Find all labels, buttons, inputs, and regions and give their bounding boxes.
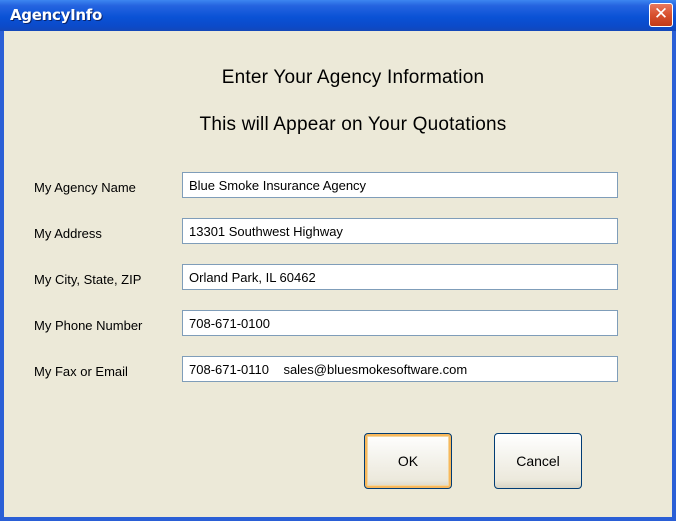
agency-name-input[interactable] — [182, 172, 618, 198]
heading-line-1: Enter Your Agency Information — [221, 67, 485, 88]
fax-or-email-label: My Fax or Email — [34, 364, 128, 379]
agency-info-dialog: AgencyInfo ✕ Enter Your Agency Informati… — [0, 0, 676, 521]
address-input[interactable] — [182, 218, 618, 244]
phone-number-label: My Phone Number — [34, 318, 143, 333]
window-title: AgencyInfo — [10, 6, 102, 24]
cancel-button[interactable]: Cancel — [494, 433, 582, 489]
address-label: My Address — [34, 226, 102, 241]
close-icon: ✕ — [653, 4, 669, 24]
city-state-zip-input[interactable] — [182, 264, 618, 290]
close-button[interactable]: ✕ — [649, 3, 673, 27]
fax-or-email-input[interactable] — [182, 356, 618, 382]
phone-number-input[interactable] — [182, 310, 618, 336]
heading-line-2: This will Appear on Your Quotations — [199, 114, 507, 135]
title-bar[interactable]: AgencyInfo ✕ — [0, 0, 676, 31]
city-state-zip-label: My City, State, ZIP — [34, 272, 142, 287]
agency-name-label: My Agency Name — [34, 180, 136, 195]
ok-button[interactable]: OK — [364, 433, 452, 489]
